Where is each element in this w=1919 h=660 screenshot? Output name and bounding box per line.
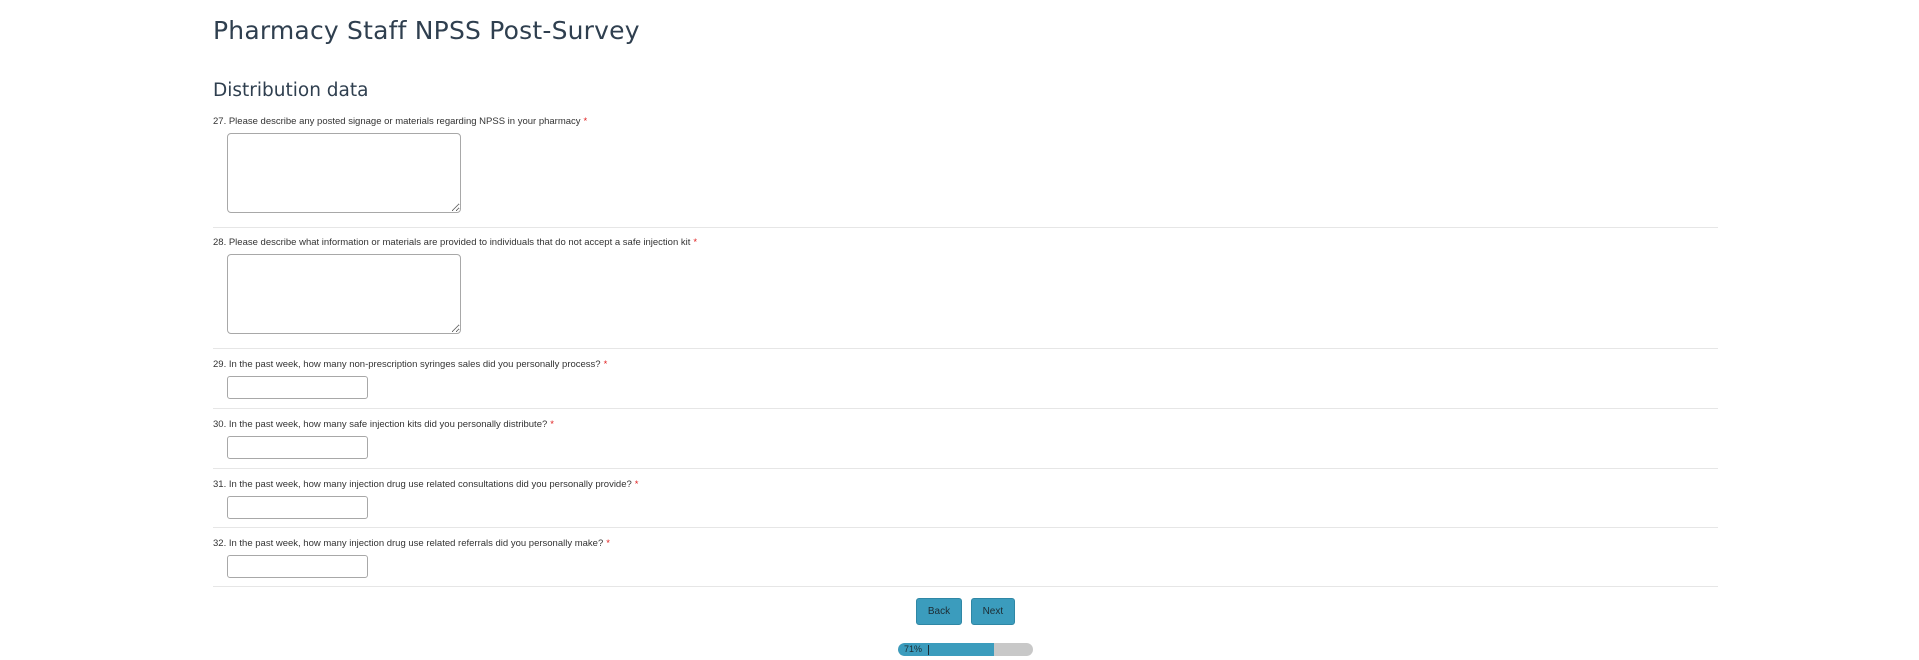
- question-29: 29. In the past week, how many non-presc…: [213, 359, 1718, 409]
- injection-kits-input[interactable]: [227, 436, 368, 459]
- required-marker: *: [550, 419, 554, 430]
- question-label: 28. Please describe what information or …: [213, 237, 698, 248]
- required-marker: *: [583, 116, 588, 127]
- required-marker: *: [606, 538, 610, 549]
- navigation-buttons: Back Next: [213, 598, 1718, 625]
- question-28: 28. Please describe what information or …: [213, 237, 1718, 349]
- question-31: 31. In the past week, how many injection…: [213, 479, 1718, 528]
- section-title: Distribution data: [213, 80, 369, 101]
- question-label: 27. Please describe any posted signage o…: [213, 116, 588, 127]
- signage-description-textarea[interactable]: [227, 133, 461, 213]
- referrals-input[interactable]: [227, 555, 368, 578]
- question-27: 27. Please describe any posted signage o…: [213, 116, 1718, 228]
- required-marker: *: [603, 359, 608, 370]
- question-label: 29. In the past week, how many non-presc…: [213, 359, 608, 370]
- consultations-input[interactable]: [227, 496, 368, 519]
- question-label: 32. In the past week, how many injection…: [213, 538, 610, 549]
- next-button[interactable]: Next: [970, 598, 1016, 625]
- progress-label: 71%: [904, 644, 923, 654]
- info-materials-textarea[interactable]: [227, 254, 461, 334]
- question-30: 30. In the past week, how many safe inje…: [213, 419, 1718, 469]
- question-label: 31. In the past week, how many injection…: [213, 479, 639, 490]
- required-marker: *: [693, 237, 698, 248]
- back-button[interactable]: Back: [915, 598, 963, 625]
- required-marker: *: [634, 479, 639, 490]
- progress-bar: 71%: [898, 643, 1033, 656]
- progress-caret: [928, 645, 929, 655]
- question-32: 32. In the past week, how many injection…: [213, 538, 1718, 587]
- syringe-sales-input[interactable]: [227, 376, 368, 399]
- question-label: 30. In the past week, how many safe inje…: [213, 419, 554, 430]
- page-title: Pharmacy Staff NPSS Post-Survey: [213, 16, 640, 45]
